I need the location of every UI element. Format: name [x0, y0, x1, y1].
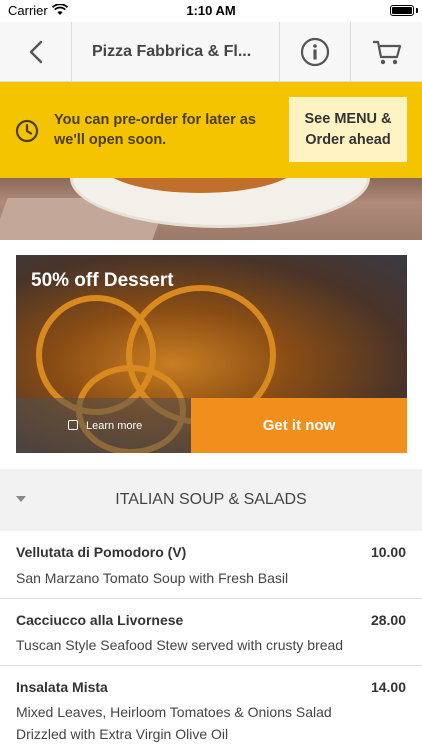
learn-more-label: Learn more	[86, 419, 143, 432]
preorder-message: You can pre-order for later as we'll ope…	[54, 112, 256, 148]
chevron-left-icon	[29, 40, 42, 64]
section-title: ITALIAN SOUP & SALADS	[115, 491, 307, 508]
item-price: 28.00	[370, 612, 406, 628]
battery-tip	[416, 8, 418, 13]
menu-item[interactable]: Cacciucco alla Livornese 28.00 Tuscan St…	[0, 599, 422, 666]
learn-more-icon	[68, 420, 78, 430]
item-description: San Marzano Tomato Soup with Fresh Basil	[16, 570, 289, 586]
cart-icon	[372, 40, 401, 65]
restaurant-hero-image	[0, 178, 422, 240]
item-description: Mixed Leaves, Heirloom Tomatoes & Onions…	[16, 704, 332, 742]
learn-more-link[interactable]: Learn more	[16, 398, 191, 453]
menu-item[interactable]: Insalata Mista 14.00 Mixed Leaves, Heirl…	[0, 666, 422, 750]
page-title: Pizza Fabbrica & Fl...	[72, 22, 280, 82]
clock-icon	[15, 119, 39, 143]
item-name: Insalata Mista	[16, 679, 108, 695]
menu-item[interactable]: Vellutata di Pomodoro (V) 10.00 San Marz…	[0, 531, 422, 599]
cart-button[interactable]	[351, 22, 422, 82]
order-ahead-button[interactable]: See MENU & Order ahead	[289, 97, 407, 162]
status-bar: Carrier 1:10 AM	[0, 0, 422, 22]
menu-section-header[interactable]: ITALIAN SOUP & SALADS	[0, 469, 422, 531]
promo-card[interactable]: 50% off Dessert Learn more Get it now	[16, 255, 407, 453]
back-button[interactable]	[0, 22, 72, 82]
item-description: Tuscan Style Seafood Stew served with cr…	[16, 637, 344, 653]
info-button[interactable]	[280, 22, 351, 82]
status-time: 1:10 AM	[186, 3, 236, 18]
item-price: 10.00	[370, 544, 406, 560]
item-name: Cacciucco alla Livornese	[16, 612, 184, 628]
promo-title: 50% off Dessert	[31, 270, 174, 291]
item-name: Vellutata di Pomodoro (V)	[16, 544, 187, 560]
info-icon	[300, 37, 330, 67]
item-price: 14.00	[370, 679, 406, 695]
nav-bar: Pizza Fabbrica & Fl...	[0, 22, 422, 82]
get-it-now-button[interactable]: Get it now	[191, 398, 407, 453]
battery-icon	[390, 5, 414, 16]
